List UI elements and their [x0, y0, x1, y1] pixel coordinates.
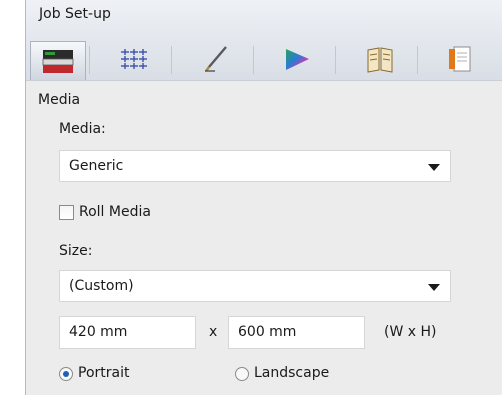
size-select-value: (Custom): [69, 278, 134, 294]
landscape-label: Landscape: [254, 365, 330, 381]
color-tab-button[interactable]: [269, 41, 325, 77]
media-section-title: Media: [38, 92, 81, 108]
width-value: 420 mm: [69, 324, 128, 340]
panel-title: Job Set-up: [39, 6, 111, 22]
portrait-radio[interactable]: [59, 367, 73, 381]
toolbar-separator: [171, 46, 172, 74]
media-label: Media:: [59, 121, 106, 137]
portrait-label: Portrait: [78, 365, 130, 381]
toolbar-separator: [417, 46, 418, 74]
panel-header: Job Set-up: [26, 0, 502, 81]
job-setup-panel: Job Set-up Media Media: Generic Roll Med…: [25, 0, 502, 395]
media-select[interactable]: Generic: [59, 150, 451, 182]
job-setup-toolbar: [26, 38, 502, 80]
height-field[interactable]: 600 mm: [228, 316, 365, 349]
chevron-down-icon: [428, 284, 440, 291]
width-field[interactable]: 420 mm: [59, 316, 196, 349]
height-value: 600 mm: [238, 324, 297, 340]
chevron-down-icon: [428, 164, 440, 171]
dimensions-hint: (W x H): [384, 324, 437, 340]
media-select-value: Generic: [69, 158, 124, 174]
size-select[interactable]: (Custom): [59, 270, 451, 302]
toolbar-separator: [253, 46, 254, 74]
size-label: Size:: [59, 243, 93, 259]
roll-media-checkbox[interactable]: [59, 205, 74, 220]
landscape-radio[interactable]: [235, 367, 249, 381]
calibration-tab-button[interactable]: [188, 41, 244, 77]
layout-tab-button[interactable]: [106, 41, 162, 77]
roll-media-label: Roll Media: [79, 204, 151, 220]
media-tab-button[interactable]: [30, 41, 86, 80]
toolbar-separator: [335, 46, 336, 74]
finishing-tab-button[interactable]: [352, 41, 408, 77]
times-label: x: [209, 324, 218, 340]
toolbar-separator: [89, 46, 90, 74]
properties-tab-button[interactable]: [431, 41, 487, 77]
